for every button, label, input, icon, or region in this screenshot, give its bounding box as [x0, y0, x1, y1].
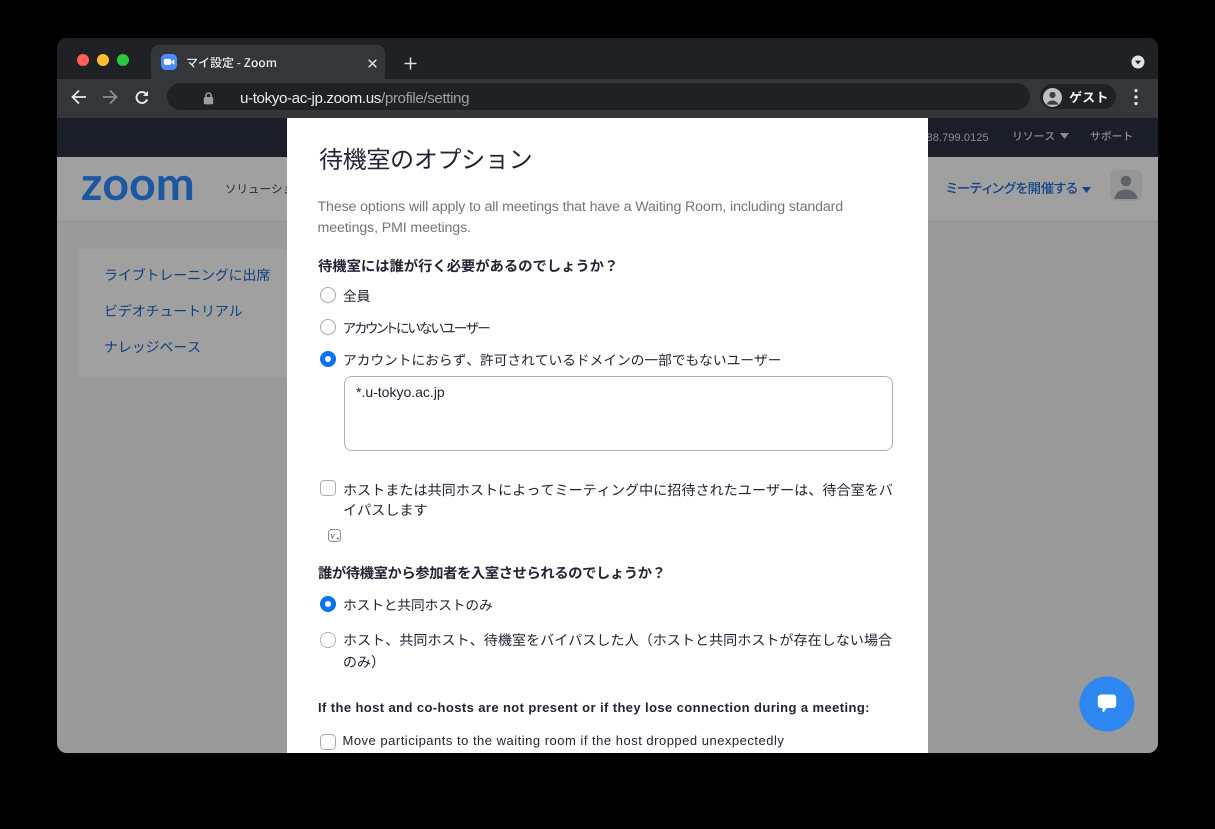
- svg-text:v: v: [331, 532, 336, 542]
